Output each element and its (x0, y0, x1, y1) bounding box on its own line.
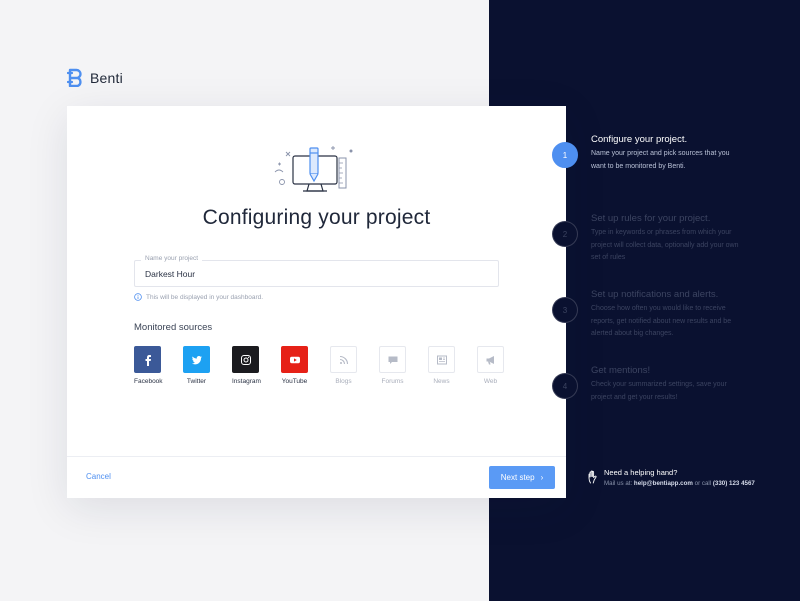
step-number: 3 (552, 297, 578, 323)
source-instagram[interactable]: Instagram (232, 346, 281, 385)
sources-list: Facebook Twitter Instagram YouTube Blogs (134, 346, 526, 385)
help-box: Need a helping hand? Mail us at: help@be… (588, 468, 755, 487)
brand-name: Benti (90, 69, 123, 86)
brand-logo[interactable]: Benti (67, 68, 123, 87)
benti-logo-icon (67, 68, 82, 87)
source-news[interactable]: News (428, 346, 477, 385)
cancel-button[interactable]: Cancel (86, 472, 111, 481)
rss-icon[interactable] (330, 346, 357, 373)
help-phone[interactable]: (330) 123 4567 (713, 480, 755, 487)
step-description: Name your project and pick sources that … (591, 150, 730, 170)
step-description: Check your summarized settings, save you… (591, 381, 727, 401)
step-number: 4 (552, 373, 578, 399)
step-description: Choose how often you would like to recei… (591, 305, 732, 337)
source-forums[interactable]: Forums (379, 346, 428, 385)
field-hint-text: This will be displayed in your dashboard… (146, 293, 264, 301)
source-label: Web (483, 378, 498, 385)
project-name-field: Name your project (134, 255, 499, 287)
source-label: News (433, 378, 450, 385)
source-label: Instagram (232, 378, 261, 385)
step-title: Get mentions! (591, 365, 651, 376)
step-title: Set up rules for your project. (591, 213, 711, 224)
info-icon (134, 293, 142, 301)
source-label: Blogs (335, 378, 352, 385)
twitter-icon[interactable] (183, 346, 210, 373)
megaphone-icon[interactable] (477, 346, 504, 373)
monitored-sources-title: Monitored sources (134, 322, 213, 333)
forum-icon[interactable] (379, 346, 406, 373)
field-hint: This will be displayed in your dashboard… (134, 293, 263, 301)
step-title: Set up notifications and alerts. (591, 289, 719, 300)
step-number: 2 (552, 221, 578, 247)
source-web[interactable]: Web (477, 346, 526, 385)
source-label: Forums (381, 378, 404, 385)
step-number: 1 (552, 142, 578, 168)
source-label: YouTube (281, 378, 308, 385)
news-icon[interactable] (428, 346, 455, 373)
configure-project-card: Configuring your project Name your proje… (67, 106, 566, 498)
step-description: Type in keywords or phrases from which y… (591, 229, 739, 261)
step-title: Configure your project. (591, 134, 688, 145)
chevron-right-icon: › (540, 473, 544, 482)
help-middle: or call (692, 480, 713, 487)
monitor-pencil-icon (274, 146, 353, 192)
next-step-label: Next step (500, 473, 535, 482)
steps-connector (564, 160, 565, 384)
source-youtube[interactable]: YouTube (281, 346, 330, 385)
source-blogs[interactable]: Blogs (330, 346, 379, 385)
hand-icon (588, 470, 597, 484)
card-footer: Cancel Next step › (67, 456, 566, 498)
help-title: Need a helping hand? (604, 468, 678, 477)
youtube-icon[interactable] (281, 346, 308, 373)
source-facebook[interactable]: Facebook (134, 346, 183, 385)
page-title: Configuring your project (202, 206, 431, 229)
source-label: Facebook (134, 378, 163, 385)
facebook-icon[interactable] (134, 346, 161, 373)
help-contact: Mail us at: help@bentiapp.com or call (3… (604, 480, 755, 487)
help-prefix: Mail us at: (604, 480, 634, 487)
project-name-input[interactable] (145, 261, 485, 286)
source-label: Twitter (186, 378, 207, 385)
help-email-link[interactable]: help@bentiapp.com (634, 480, 693, 487)
source-twitter[interactable]: Twitter (183, 346, 232, 385)
next-step-button[interactable]: Next step › (489, 466, 555, 489)
instagram-icon[interactable] (232, 346, 259, 373)
